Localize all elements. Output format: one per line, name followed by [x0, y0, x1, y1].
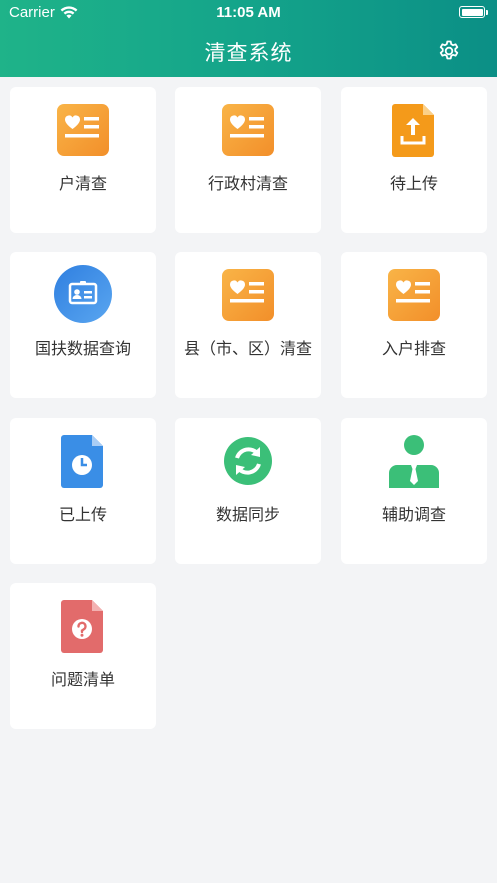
tile-auxiliary-survey[interactable]: 辅助调查: [341, 418, 487, 564]
tile-household-check[interactable]: 户清查: [10, 87, 156, 233]
tile-label: 国扶数据查询: [34, 339, 131, 358]
tile-village-check[interactable]: 行政村清查: [175, 87, 321, 233]
clock-document-icon: [61, 435, 103, 488]
page-title: 清查系统: [204, 41, 293, 65]
tile-national-data-query[interactable]: 国扶数据查询: [10, 252, 156, 398]
status-bar: Carrier 11:05 AM: [0, 0, 497, 26]
orange-card-icon: [388, 269, 440, 321]
tile-label: 已上传: [58, 505, 107, 524]
orange-card-icon: [222, 104, 274, 156]
id-card-icon: [54, 265, 112, 323]
tile-label: 问题清单: [50, 670, 115, 689]
upload-document-icon: [392, 104, 434, 157]
tile-issue-list[interactable]: 问题清单: [10, 583, 156, 729]
question-document-icon: [61, 600, 103, 653]
tile-county-check[interactable]: 县（市、区）清查: [175, 252, 321, 398]
orange-card-icon: [57, 104, 109, 156]
battery-icon: [459, 6, 488, 18]
tile-label: 户清查: [58, 174, 107, 193]
tile-label: 数据同步: [215, 505, 280, 524]
clock: 11:05 AM: [216, 4, 281, 21]
person-icon: [389, 435, 439, 488]
orange-card-icon: [222, 269, 274, 321]
tile-uploaded[interactable]: 已上传: [10, 418, 156, 564]
tile-pending-upload[interactable]: 待上传: [341, 87, 487, 233]
tile-household-investigation[interactable]: 入户排查: [341, 252, 487, 398]
tile-label: 行政村清查: [207, 174, 288, 193]
tile-label: 辅助调查: [381, 505, 446, 524]
app-header: Carrier 11:05 AM 清查系统: [0, 0, 497, 77]
tile-data-sync[interactable]: 数据同步: [175, 418, 321, 564]
tile-label: 待上传: [389, 174, 438, 193]
gear-icon[interactable]: [437, 39, 461, 63]
tile-label: 入户排查: [381, 339, 446, 358]
sync-icon: [224, 437, 272, 485]
tile-label: 县（市、区）清查: [183, 339, 312, 358]
